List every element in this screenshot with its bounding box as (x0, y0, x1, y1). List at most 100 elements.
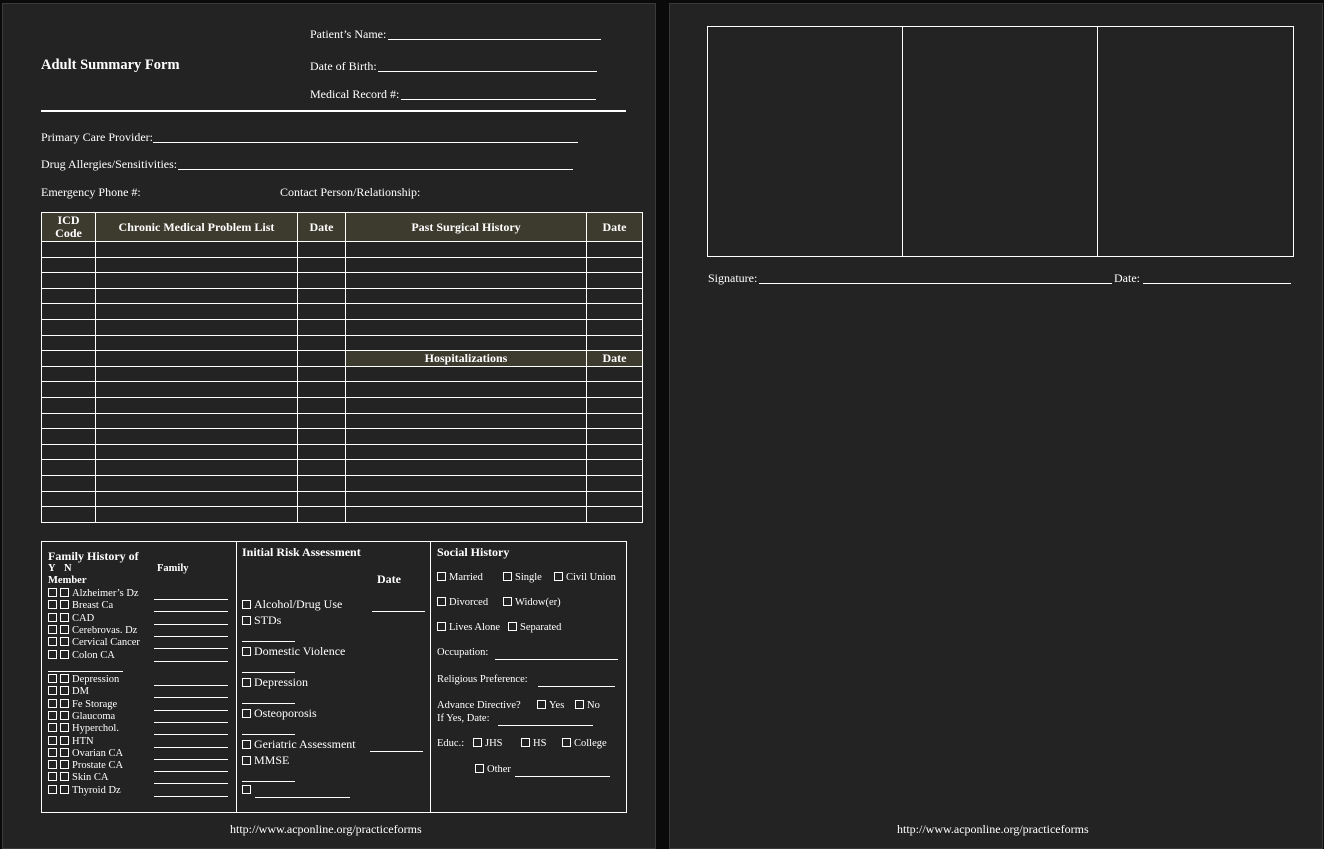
yes-checkbox[interactable] (48, 710, 57, 720)
table-cell[interactable] (95, 443, 298, 461)
table-cell[interactable] (345, 474, 587, 492)
table-cell[interactable] (297, 428, 346, 445)
risk-line[interactable] (255, 797, 350, 798)
family-member-line[interactable] (154, 648, 228, 650)
table-cell[interactable] (41, 272, 96, 289)
table-cell[interactable] (586, 303, 643, 320)
table-cell[interactable] (41, 241, 96, 258)
risk-checkbox[interactable] (242, 709, 251, 718)
yes-checkbox[interactable] (48, 637, 57, 647)
no-checkbox[interactable] (60, 624, 69, 634)
table-cell[interactable] (297, 396, 346, 414)
table-cell[interactable] (586, 256, 643, 274)
table-cell[interactable] (586, 381, 643, 398)
table-cell[interactable] (95, 287, 298, 305)
yes-checkbox[interactable] (48, 649, 57, 659)
table-cell[interactable] (41, 506, 96, 523)
family-member-line[interactable] (154, 685, 228, 686)
family-member-line[interactable] (154, 746, 228, 748)
table-cell[interactable] (95, 506, 298, 523)
table-cell[interactable] (41, 474, 96, 492)
advance-no-checkbox[interactable] (575, 700, 584, 709)
separated-checkbox[interactable] (508, 622, 517, 631)
table-cell[interactable] (586, 428, 643, 445)
family-member-line[interactable] (154, 758, 228, 760)
table-cell[interactable] (297, 350, 346, 367)
table-cell[interactable] (586, 490, 643, 508)
table-cell[interactable] (41, 381, 96, 398)
table-cell[interactable] (297, 443, 346, 461)
table-cell[interactable] (586, 318, 643, 336)
yes-checkbox[interactable] (48, 600, 57, 610)
other-checkbox[interactable] (475, 764, 484, 773)
no-checkbox[interactable] (60, 600, 69, 610)
table-cell[interactable] (345, 365, 587, 383)
table-cell[interactable] (41, 350, 96, 367)
table-cell[interactable] (586, 365, 643, 383)
family-member-line[interactable] (154, 599, 228, 600)
yes-checkbox[interactable] (48, 624, 57, 634)
table-cell[interactable] (586, 474, 643, 492)
risk-extra-checkbox[interactable] (242, 785, 251, 794)
family-member-line[interactable] (154, 795, 228, 797)
no-checkbox[interactable] (60, 747, 69, 757)
table-cell[interactable] (586, 334, 643, 352)
risk-checkbox[interactable] (242, 678, 251, 687)
table-cell[interactable] (41, 412, 96, 430)
table-cell[interactable] (41, 428, 96, 445)
table-cell[interactable] (586, 287, 643, 305)
no-checkbox[interactable] (60, 674, 69, 683)
risk-line[interactable] (372, 611, 425, 612)
table-cell[interactable] (345, 396, 587, 414)
table-cell[interactable] (345, 272, 587, 289)
table-cell[interactable] (95, 428, 298, 445)
table-cell[interactable] (297, 256, 346, 274)
hs-checkbox[interactable] (521, 738, 530, 747)
table-cell[interactable] (297, 412, 346, 430)
table-cell[interactable] (95, 412, 298, 430)
religious-line[interactable] (538, 686, 615, 687)
page1-footer-url[interactable]: http://www.acponline.org/practiceforms (230, 822, 422, 837)
divorced-checkbox[interactable] (437, 597, 446, 606)
table-cell[interactable] (95, 381, 298, 398)
table-cell[interactable] (41, 256, 96, 274)
allergies-line[interactable] (178, 169, 573, 170)
page2-footer-url[interactable]: http://www.acponline.org/practiceforms (897, 822, 1089, 837)
yes-checkbox[interactable] (48, 735, 57, 745)
table-cell[interactable] (41, 443, 96, 461)
table-cell[interactable] (41, 396, 96, 414)
table-cell[interactable] (95, 272, 298, 289)
family-separator-line[interactable] (48, 671, 123, 672)
table-cell[interactable] (41, 365, 96, 383)
family-member-line[interactable] (154, 771, 228, 773)
table-cell[interactable] (586, 443, 643, 461)
mrn-line[interactable] (401, 99, 596, 100)
table-cell[interactable] (345, 334, 587, 352)
table-cell[interactable] (345, 318, 587, 336)
table-cell[interactable] (95, 365, 298, 383)
yes-checkbox[interactable] (48, 784, 57, 794)
no-checkbox[interactable] (60, 588, 69, 597)
table-cell[interactable] (95, 256, 298, 274)
family-member-line[interactable] (154, 697, 228, 699)
table-cell[interactable] (297, 365, 346, 383)
family-member-line[interactable] (154, 623, 228, 625)
table-cell[interactable] (586, 506, 643, 523)
table-cell[interactable] (95, 474, 298, 492)
risk-checkbox[interactable] (242, 740, 251, 749)
signature-date-line[interactable] (1143, 283, 1291, 284)
table-cell[interactable] (95, 334, 298, 352)
advance-yes-checkbox[interactable] (537, 700, 546, 709)
table-cell[interactable] (41, 303, 96, 320)
pcp-line[interactable] (153, 142, 578, 143)
table-cell[interactable] (345, 506, 587, 523)
table-cell[interactable] (95, 318, 298, 336)
table-cell[interactable] (95, 303, 298, 320)
table-cell[interactable] (297, 381, 346, 398)
table-cell[interactable] (586, 241, 643, 258)
table-cell[interactable] (297, 334, 346, 352)
table-cell[interactable] (586, 459, 643, 476)
single-checkbox[interactable] (503, 572, 512, 581)
family-member-line[interactable] (154, 783, 228, 785)
table-cell[interactable] (297, 506, 346, 523)
